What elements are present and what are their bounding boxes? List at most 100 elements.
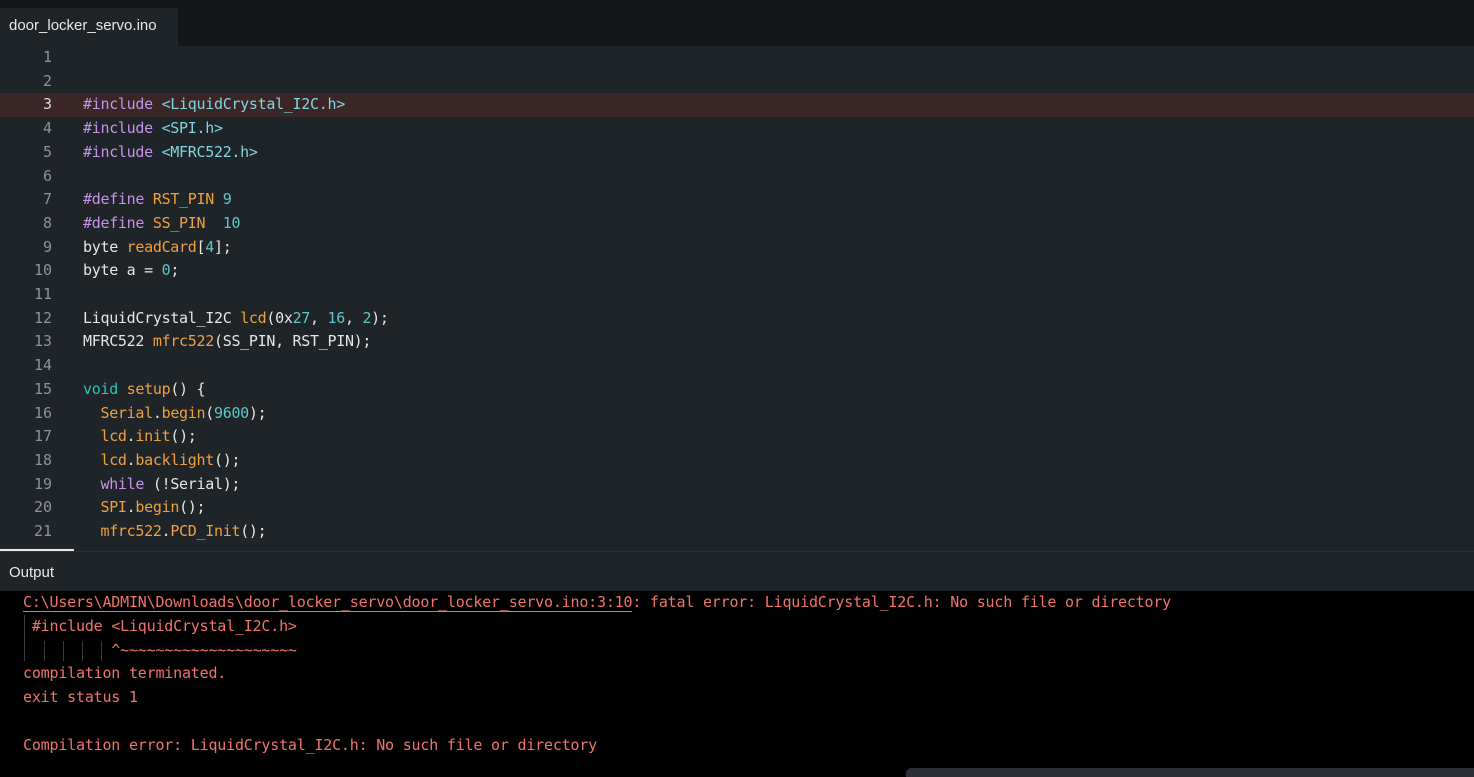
code-text: #include <MFRC522.h>	[83, 141, 258, 165]
code-token: LiquidCrystal_I2C	[83, 308, 241, 327]
code-lines[interactable]: 1 2 3 #include <LiquidCrystal_I2C.h> 4 #inclu…	[0, 46, 1474, 551]
status-bar-edge	[906, 768, 1474, 777]
code-text: Serial.begin(9600);	[83, 402, 266, 426]
code-line[interactable]: 5 #include <MFRC522.h>	[0, 141, 1474, 165]
tab-door-locker-servo[interactable]: door_locker_servo.ino	[0, 8, 178, 46]
code-token: ();	[240, 522, 267, 540]
line-number: 15	[33, 379, 52, 398]
error-file-link[interactable]: C:\Users\ADMIN\Downloads\door_locker_ser…	[23, 593, 633, 612]
code-token: 9	[222, 190, 232, 209]
line-number: 20	[33, 498, 52, 517]
code-text: while (!Serial);	[83, 473, 240, 497]
code-token: (0x	[266, 308, 293, 327]
line-number: 3	[42, 95, 52, 114]
code-token: 27	[292, 308, 311, 327]
code-token: #include	[83, 119, 162, 138]
code-token: ();	[213, 450, 241, 469]
error-message: : fatal error: LiquidCrystal_I2C.h: No s…	[632, 593, 1172, 611]
terminated-line: compilation terminated.	[23, 664, 227, 682]
line-number: 9	[42, 237, 52, 256]
line-number: 4	[42, 119, 52, 138]
code-line[interactable]: 8 #define SS_PIN 10	[0, 212, 1474, 236]
code-token: ();	[170, 427, 197, 446]
code-token: mfrc522	[100, 522, 162, 540]
code-token: 10	[222, 213, 241, 232]
code-token: PCD_Init	[170, 522, 241, 540]
code-line[interactable]: 4 #include <SPI.h>	[0, 117, 1474, 141]
code-token: <MFRC522.h>	[161, 142, 258, 161]
code-token: MFRC522	[83, 332, 153, 351]
code-line[interactable]: 10 byte a = 0;	[0, 259, 1474, 283]
code-token: begin	[161, 403, 206, 422]
code-token: 0	[161, 261, 171, 280]
code-token: SS_PIN	[152, 213, 223, 232]
code-line[interactable]: 9 byte readCard[4];	[0, 236, 1474, 260]
code-text: lcd.backlight();	[83, 449, 240, 473]
code-line[interactable]: 17 lcd.init();	[0, 425, 1474, 449]
code-token: ,	[344, 308, 363, 327]
code-token: <SPI.h>	[161, 119, 223, 138]
code-line[interactable]: 12 LiquidCrystal_I2C lcd(0x27, 16, 2);	[0, 307, 1474, 331]
line-number: 5	[42, 142, 52, 161]
arduino-ide-window: door_locker_servo.ino 1 2 3 #include <Liqui…	[0, 0, 1474, 777]
code-line[interactable]: 20 SPI.begin();	[0, 496, 1474, 520]
code-token: ;	[170, 261, 180, 280]
error-line: C:\Users\ADMIN\Downloads\door_locker_ser…	[23, 591, 1171, 613]
code-editor[interactable]: 1 2 3 #include <LiquidCrystal_I2C.h> 4 #inclu…	[0, 46, 1474, 551]
code-token: [	[196, 237, 206, 256]
code-line[interactable]: 21 mfrc522.PCD_Init();	[0, 520, 1474, 544]
code-token: (SS_PIN, RST_PIN);	[213, 332, 372, 351]
code-text: SPI.begin();	[83, 496, 205, 520]
code-line[interactable]: 18 lcd.backlight();	[0, 449, 1474, 473]
code-line[interactable]: 11	[0, 283, 1474, 307]
code-token: 4	[205, 237, 214, 256]
code-line[interactable]: 1	[0, 46, 1474, 70]
line-number: 6	[42, 166, 52, 185]
code-token: setup	[126, 379, 171, 398]
code-line[interactable]: 7 #define RST_PIN 9	[0, 188, 1474, 212]
caret-line: ^~~~~~~~~~~~~~~~~~~~~	[23, 641, 297, 659]
code-line[interactable]: 16 Serial.begin(9600);	[0, 402, 1474, 426]
code-token: #include	[83, 95, 162, 114]
code-text: LiquidCrystal_I2C lcd(0x27, 16, 2);	[83, 307, 389, 331]
output-panel-header: Output	[0, 551, 1474, 591]
code-token: #define	[83, 190, 153, 209]
code-text: MFRC522 mfrc522(SS_PIN, RST_PIN);	[83, 330, 371, 354]
code-token: SPI	[100, 498, 127, 517]
code-line[interactable]: 6	[0, 165, 1474, 189]
line-number: 18	[33, 450, 52, 469]
code-line[interactable]: 15 void setup() {	[0, 378, 1474, 402]
code-token: ];	[213, 237, 232, 256]
code-text: #define SS_PIN 10	[83, 212, 240, 236]
code-line[interactable]: 14	[0, 354, 1474, 378]
code-token: mfrc522	[152, 332, 214, 351]
line-number: 14	[33, 356, 52, 375]
code-token: (	[205, 403, 214, 422]
code-token: 9600	[213, 403, 249, 422]
code-text: byte a = 0;	[83, 259, 179, 283]
output-console[interactable]: C:\Users\ADMIN\Downloads\door_locker_ser…	[0, 591, 1474, 777]
code-token: <LiquidCrystal_I2C.h>	[161, 95, 346, 114]
line-number: 16	[33, 403, 52, 422]
code-line[interactable]: 2	[0, 70, 1474, 94]
code-token: byte a =	[83, 261, 162, 280]
code-token: ,	[310, 308, 328, 327]
code-token: .	[152, 403, 162, 422]
code-line[interactable]: 3 #include <LiquidCrystal_I2C.h>	[0, 93, 1474, 118]
code-line[interactable]: 19 while (!Serial);	[0, 473, 1474, 497]
line-number: 8	[42, 213, 52, 232]
code-token: byte	[83, 237, 127, 256]
code-token: );	[248, 403, 267, 422]
line-number: 12	[33, 308, 52, 327]
code-line[interactable]: 13 MFRC522 mfrc522(SS_PIN, RST_PIN);	[0, 330, 1474, 354]
code-token: begin	[135, 498, 180, 517]
code-token: RST_PIN	[152, 190, 223, 209]
output-title: Output	[9, 564, 55, 581]
line-number: 10	[33, 261, 52, 280]
code-text: #include <LiquidCrystal_I2C.h>	[83, 93, 345, 117]
line-number: 19	[33, 474, 52, 493]
